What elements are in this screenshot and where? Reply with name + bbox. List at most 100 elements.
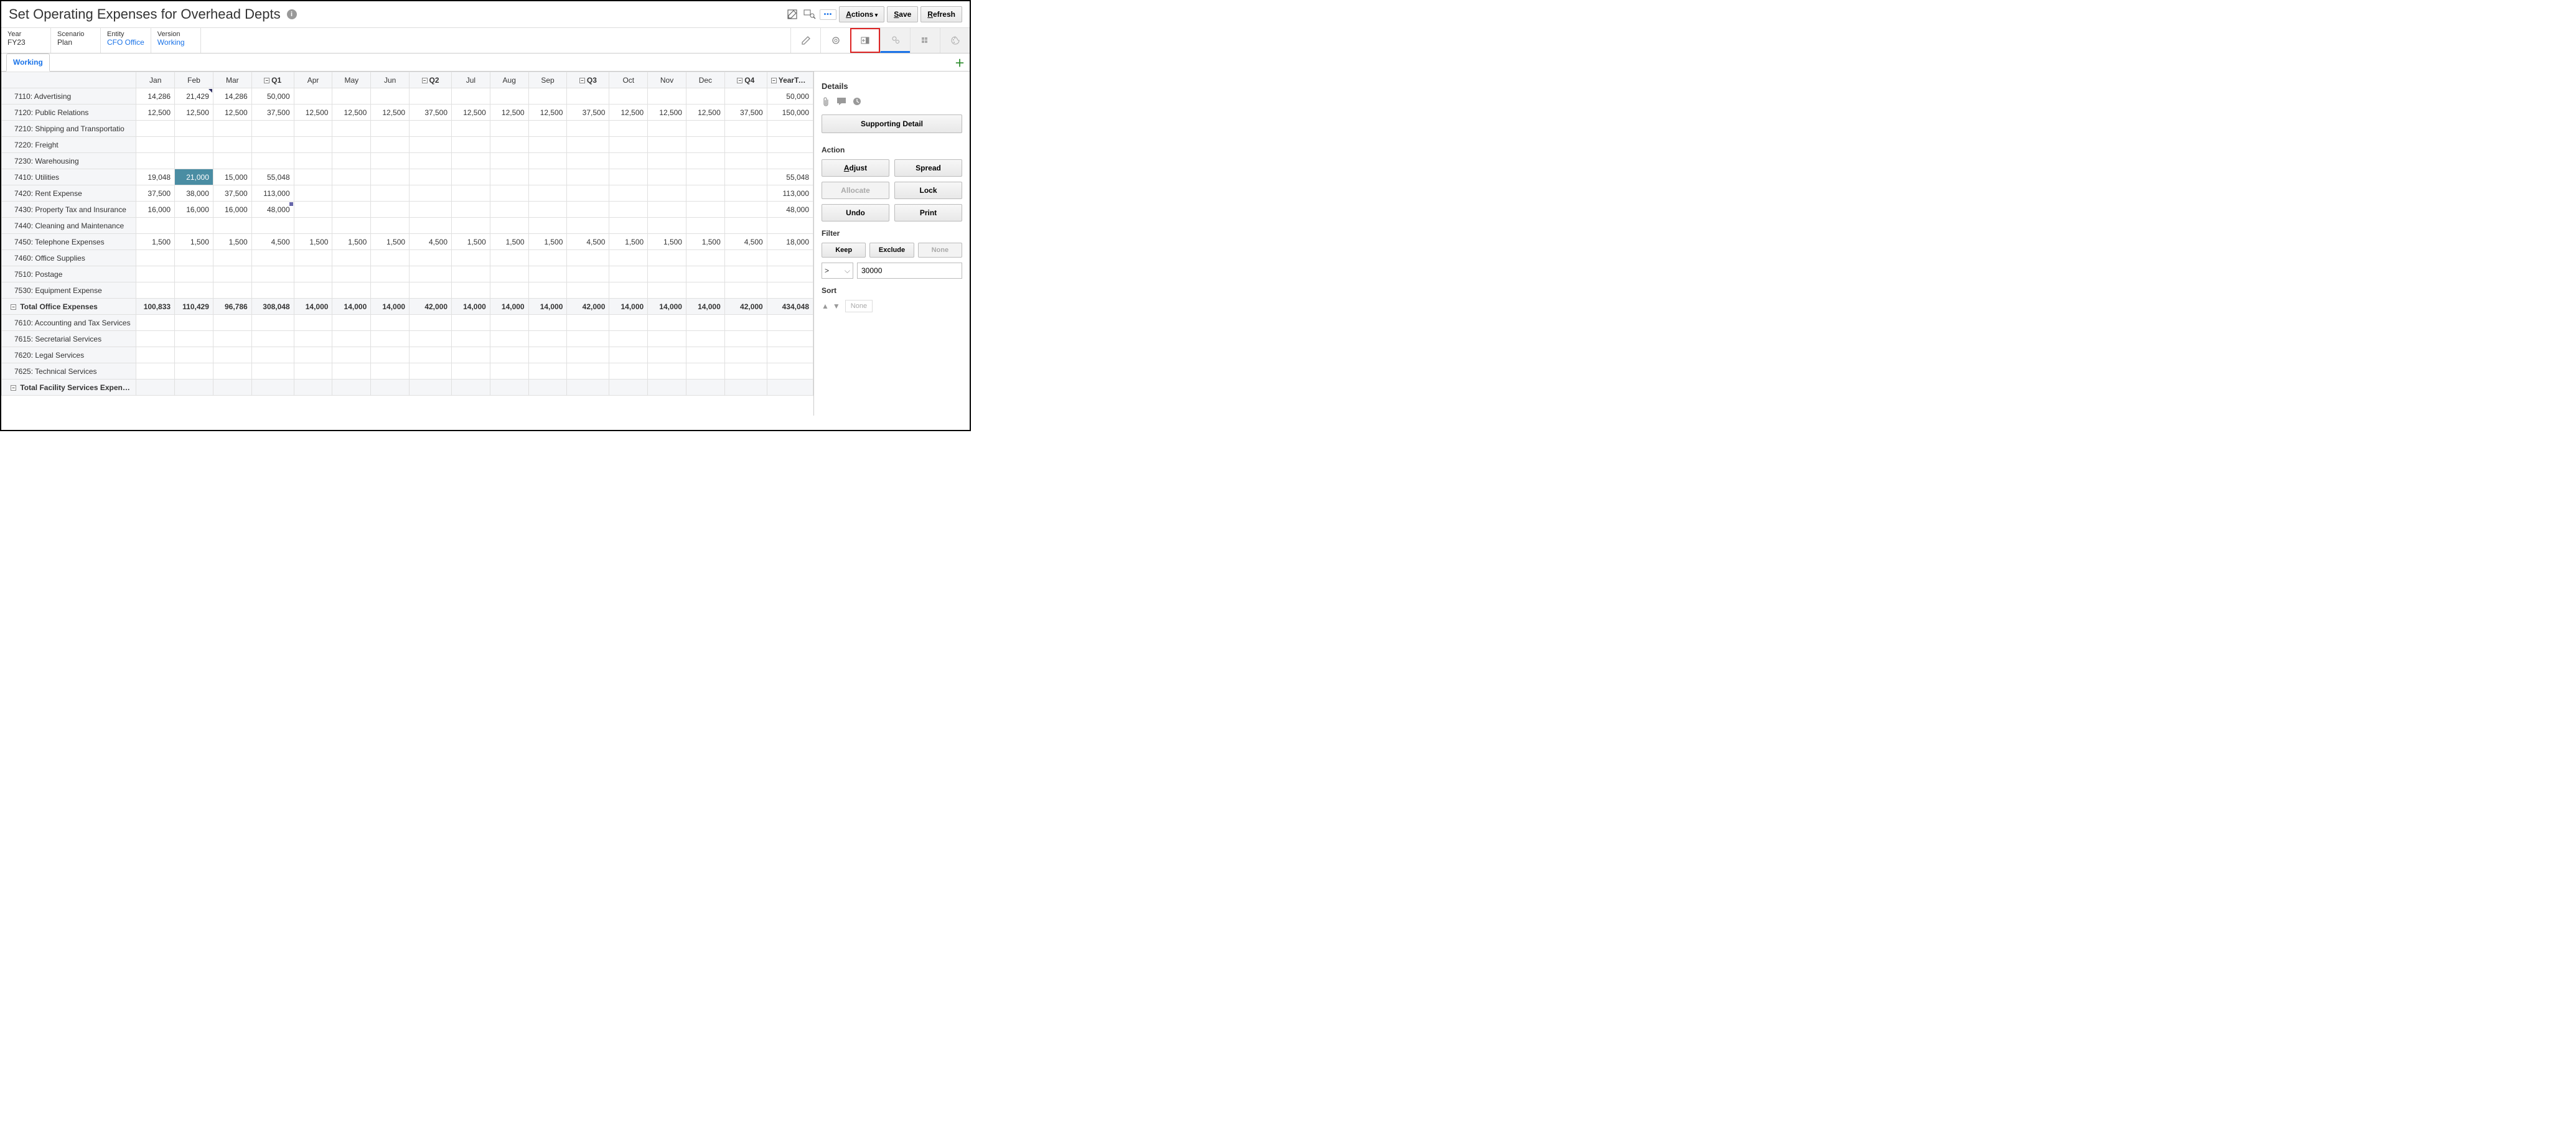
data-cell[interactable]: 113,000 (251, 185, 294, 202)
data-cell[interactable] (490, 121, 528, 137)
data-cell[interactable] (567, 347, 609, 363)
data-cell[interactable] (410, 137, 452, 153)
data-cell[interactable] (175, 121, 213, 137)
data-cell[interactable] (767, 153, 813, 169)
data-cell[interactable]: 14,286 (213, 88, 251, 105)
data-cell[interactable]: 1,500 (213, 234, 251, 250)
data-cell[interactable] (609, 347, 648, 363)
data-cell[interactable] (724, 88, 767, 105)
data-cell[interactable] (609, 169, 648, 185)
data-cell[interactable] (490, 202, 528, 218)
data-cell[interactable] (410, 153, 452, 169)
data-cell[interactable] (648, 88, 686, 105)
info-icon[interactable]: i (287, 9, 297, 19)
data-cell[interactable] (213, 266, 251, 282)
data-cell[interactable] (686, 250, 724, 266)
data-cell[interactable] (609, 380, 648, 396)
data-cell[interactable] (490, 137, 528, 153)
data-cell[interactable] (410, 331, 452, 347)
data-cell[interactable] (648, 169, 686, 185)
data-cell[interactable]: 4,500 (567, 234, 609, 250)
data-cell[interactable] (410, 169, 452, 185)
spread-button[interactable]: Spread (894, 159, 962, 177)
data-cell[interactable]: 12,500 (294, 105, 332, 121)
data-cell[interactable] (609, 250, 648, 266)
data-cell[interactable]: 14,000 (371, 299, 410, 315)
data-cell[interactable] (724, 137, 767, 153)
row-label[interactable]: 7510: Postage (2, 266, 136, 282)
data-cell[interactable] (609, 202, 648, 218)
data-cell[interactable]: 14,000 (648, 299, 686, 315)
pov-entity[interactable]: Entity CFO Office (101, 28, 151, 53)
data-cell[interactable] (686, 218, 724, 234)
data-cell[interactable]: 434,048 (767, 299, 813, 315)
data-cell[interactable] (251, 121, 294, 137)
data-cell[interactable] (251, 137, 294, 153)
data-cell[interactable]: 1,500 (136, 234, 175, 250)
data-cell[interactable] (452, 88, 490, 105)
data-cell[interactable] (528, 347, 567, 363)
data-cell[interactable] (332, 315, 371, 331)
data-cell[interactable]: 110,429 (175, 299, 213, 315)
data-cell[interactable] (294, 202, 332, 218)
data-cell[interactable] (724, 185, 767, 202)
data-cell[interactable] (294, 121, 332, 137)
data-cell[interactable]: 37,500 (213, 185, 251, 202)
data-cell[interactable] (136, 121, 175, 137)
data-cell[interactable] (136, 218, 175, 234)
data-cell[interactable]: 14,000 (686, 299, 724, 315)
data-cell[interactable] (294, 266, 332, 282)
data-cell[interactable] (490, 282, 528, 299)
data-cell[interactable] (332, 218, 371, 234)
search-icon[interactable] (802, 7, 817, 22)
data-cell[interactable] (767, 250, 813, 266)
data-cell[interactable] (567, 169, 609, 185)
data-cell[interactable] (648, 250, 686, 266)
row-label[interactable]: 7460: Office Supplies (2, 250, 136, 266)
row-label[interactable]: 7230: Warehousing (2, 153, 136, 169)
row-label[interactable]: 7450: Telephone Expenses (2, 234, 136, 250)
col-q4[interactable]: −Q4 (724, 72, 767, 88)
data-cell[interactable] (686, 121, 724, 137)
data-cell[interactable] (648, 202, 686, 218)
data-cell[interactable] (371, 185, 410, 202)
data-cell[interactable]: 12,500 (213, 105, 251, 121)
sort-desc-icon[interactable]: ▼ (833, 302, 840, 310)
panel-toggle-icon[interactable] (850, 28, 880, 53)
row-label[interactable]: 7625: Technical Services (2, 363, 136, 380)
data-cell[interactable] (609, 315, 648, 331)
data-cell[interactable] (724, 331, 767, 347)
data-cell[interactable] (410, 282, 452, 299)
data-cell[interactable] (410, 202, 452, 218)
data-cell[interactable] (371, 331, 410, 347)
data-cell[interactable] (609, 185, 648, 202)
data-cell[interactable]: 50,000 (251, 88, 294, 105)
data-cell[interactable]: 4,500 (251, 234, 294, 250)
data-cell[interactable] (528, 185, 567, 202)
data-cell[interactable] (332, 266, 371, 282)
data-cell[interactable] (528, 250, 567, 266)
filter-operator-select[interactable]: > (822, 263, 853, 279)
data-cell[interactable] (686, 380, 724, 396)
data-cell[interactable]: 21,000 (175, 169, 213, 185)
row-label[interactable]: 7210: Shipping and Transportatio (2, 121, 136, 137)
data-cell[interactable]: 14,000 (452, 299, 490, 315)
col-sep[interactable]: Sep (528, 72, 567, 88)
data-cell[interactable] (452, 218, 490, 234)
data-cell[interactable] (648, 121, 686, 137)
row-label[interactable]: 7220: Freight (2, 137, 136, 153)
data-cell[interactable] (410, 347, 452, 363)
data-cell[interactable]: 1,500 (609, 234, 648, 250)
data-cell[interactable]: 1,500 (528, 234, 567, 250)
data-cell[interactable] (213, 153, 251, 169)
data-cell[interactable]: 37,500 (410, 105, 452, 121)
data-cell[interactable] (371, 153, 410, 169)
data-cell[interactable]: 1,500 (686, 234, 724, 250)
data-cell[interactable]: 14,000 (609, 299, 648, 315)
pov-year[interactable]: Year FY23 (1, 28, 51, 53)
data-cell[interactable] (213, 315, 251, 331)
col-may[interactable]: May (332, 72, 371, 88)
data-cell[interactable] (767, 315, 813, 331)
pov-scenario[interactable]: Scenario Plan (51, 28, 101, 53)
data-cell[interactable]: 14,000 (294, 299, 332, 315)
